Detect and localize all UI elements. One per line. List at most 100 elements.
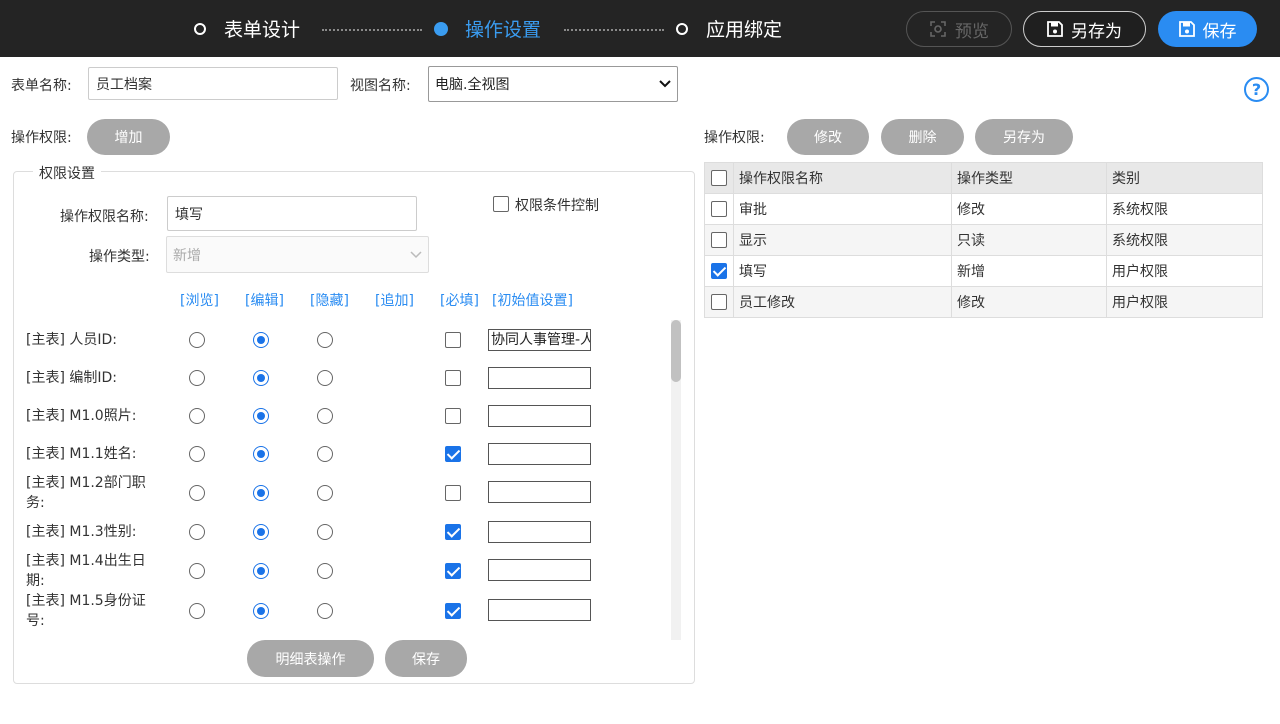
edit-radio[interactable]: [253, 370, 269, 386]
save-as-permission-button[interactable]: 另存为: [975, 119, 1073, 155]
field-row: [主表] M1.4出生日期:: [26, 551, 666, 591]
edit-radio[interactable]: [253, 524, 269, 540]
row-select-cell: [704, 255, 734, 287]
form-name-input[interactable]: 员工档案: [88, 67, 338, 100]
scrollbar-thumb[interactable]: [671, 320, 681, 382]
row-checkbox[interactable]: [711, 294, 727, 310]
detail-table-button[interactable]: 明细表操作: [247, 640, 374, 677]
edit-radio[interactable]: [253, 603, 269, 619]
table-row[interactable]: 显示 只读 系统权限: [704, 224, 1263, 256]
field-row: [主表] M1.2部门职务:: [26, 473, 666, 513]
init-value-input[interactable]: [488, 405, 591, 427]
help-icon[interactable]: ?: [1244, 77, 1269, 102]
hide-radio[interactable]: [317, 370, 333, 386]
view-name-select[interactable]: 电脑.全视图: [428, 66, 678, 102]
step-connector: [564, 29, 664, 31]
hide-radio[interactable]: [317, 332, 333, 348]
op-type-value: 新增: [173, 247, 201, 264]
row-checkbox[interactable]: [711, 201, 727, 217]
top-bar: 表单设计 操作设置 应用绑定 预览 另存为 保存: [0, 0, 1280, 57]
perm-name-input[interactable]: 填写: [167, 196, 417, 231]
col-edit[interactable]: [编辑]: [245, 290, 284, 310]
col-init-value-label: [初始值设置]: [492, 293, 573, 309]
edit-radio[interactable]: [253, 485, 269, 501]
required-checkbox[interactable]: [445, 524, 461, 540]
step-connector: [322, 29, 422, 31]
row-checkbox[interactable]: [711, 232, 727, 248]
hide-radio[interactable]: [317, 446, 333, 462]
init-value-input[interactable]: [488, 481, 591, 503]
required-checkbox[interactable]: [445, 408, 461, 424]
form-name-label: 表单名称:: [11, 78, 72, 94]
row-select-cell: [704, 286, 734, 318]
step-app-binding[interactable]: 应用绑定: [676, 0, 782, 57]
required-checkbox[interactable]: [445, 485, 461, 501]
edit-radio[interactable]: [253, 446, 269, 462]
field-label: [主表] M1.4出生日期:: [26, 553, 146, 589]
browse-radio[interactable]: [189, 370, 205, 386]
edit-radio[interactable]: [253, 563, 269, 579]
required-checkbox[interactable]: [445, 563, 461, 579]
col-init-value[interactable]: [初始值设置]: [492, 290, 573, 310]
edit-radio[interactable]: [253, 332, 269, 348]
floppy-icon: [1178, 21, 1195, 37]
required-checkbox[interactable]: [445, 446, 461, 462]
step-dot-icon: [676, 22, 688, 35]
browse-radio[interactable]: [189, 524, 205, 540]
step-dot-icon: [194, 22, 206, 35]
delete-permission-button[interactable]: 删除: [881, 119, 964, 155]
browse-radio[interactable]: [189, 485, 205, 501]
col-hide[interactable]: [隐藏]: [310, 290, 349, 310]
step-label: 应用绑定: [706, 19, 783, 41]
field-label: [主表] 人员ID:: [26, 332, 117, 348]
row-checkbox[interactable]: [711, 263, 727, 279]
perm-name-cell: 员工修改: [733, 286, 952, 318]
init-value-input[interactable]: [488, 599, 591, 621]
table-row[interactable]: 填写 新增 用户权限: [704, 255, 1263, 287]
field-row: [主表] 人员ID: 协同人事管理-人员: [26, 329, 666, 351]
hide-radio[interactable]: [317, 563, 333, 579]
init-value-input[interactable]: [488, 521, 591, 543]
view-name-value: 电脑.全视图: [435, 77, 510, 93]
col-browse[interactable]: [浏览]: [180, 290, 219, 310]
preview-button[interactable]: 预览: [906, 11, 1012, 47]
required-checkbox[interactable]: [445, 370, 461, 386]
select-all-checkbox[interactable]: [711, 170, 727, 186]
hide-radio[interactable]: [317, 603, 333, 619]
hide-radio[interactable]: [317, 524, 333, 540]
col-append[interactable]: [追加]: [375, 290, 414, 310]
view-name-label: 视图名称:: [350, 78, 411, 94]
op-type-label: 操作类型:: [89, 249, 150, 265]
field-row: [主表] M1.1姓名:: [26, 443, 666, 465]
table-row[interactable]: 审批 修改 系统权限: [704, 193, 1263, 225]
add-permission-button[interactable]: 增加: [87, 119, 170, 155]
op-type-cell: 新增: [951, 255, 1107, 287]
table-row[interactable]: 员工修改 修改 用户权限: [704, 286, 1263, 318]
init-value-input[interactable]: [488, 559, 591, 581]
browse-radio[interactable]: [189, 332, 205, 348]
browse-radio[interactable]: [189, 408, 205, 424]
field-label: [主表] M1.3性别:: [26, 524, 137, 540]
step-operation-settings[interactable]: 操作设置: [435, 0, 541, 57]
required-checkbox[interactable]: [445, 603, 461, 619]
save-as-button[interactable]: 另存为: [1023, 11, 1146, 47]
init-value-input[interactable]: [488, 367, 591, 389]
init-value-input[interactable]: [488, 443, 591, 465]
op-type-cell: 修改: [951, 193, 1107, 225]
hide-radio[interactable]: [317, 408, 333, 424]
perm-name-cell: 审批: [733, 193, 952, 225]
browse-radio[interactable]: [189, 563, 205, 579]
fieldset-save-button[interactable]: 保存: [385, 640, 467, 677]
browse-radio[interactable]: [189, 603, 205, 619]
save-button[interactable]: 保存: [1158, 11, 1257, 47]
op-type-select[interactable]: 新增: [166, 236, 429, 273]
init-value-input[interactable]: 协同人事管理-人员: [488, 329, 591, 351]
browse-radio[interactable]: [189, 446, 205, 462]
col-required[interactable]: [必填]: [440, 290, 479, 310]
required-checkbox[interactable]: [445, 332, 461, 348]
step-form-design[interactable]: 表单设计: [194, 0, 300, 57]
edit-permission-button[interactable]: 修改: [787, 119, 869, 155]
hide-radio[interactable]: [317, 485, 333, 501]
field-label: [主表] M1.5身份证号:: [26, 593, 146, 629]
edit-radio[interactable]: [253, 408, 269, 424]
